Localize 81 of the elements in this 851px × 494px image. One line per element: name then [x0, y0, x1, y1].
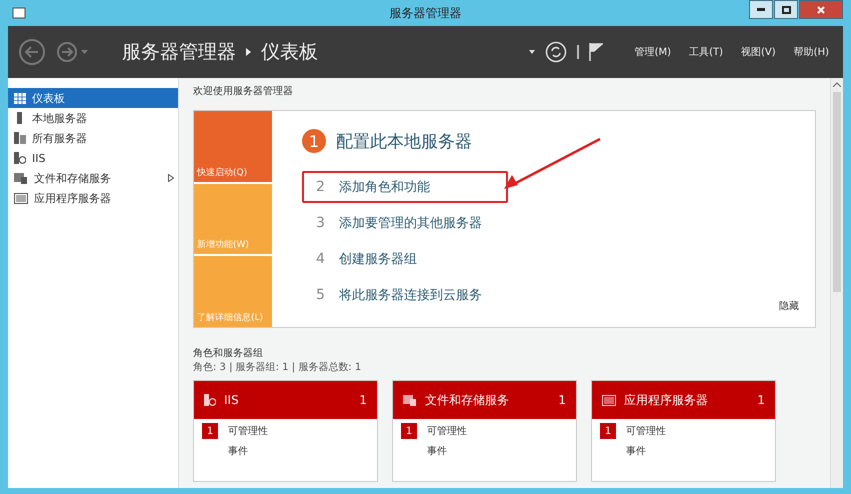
task-label: 创建服务器组 [338, 251, 417, 268]
sidebar-label: 所有服务器 [32, 130, 88, 146]
sidebar-label: 本地服务器 [32, 110, 88, 126]
card-title: IIS [224, 393, 240, 407]
task-number: 5 [316, 287, 325, 303]
sidebar-item[interactable]: 所有服务器 [8, 128, 178, 148]
task-label: 添加要管理的其他服务器 [338, 215, 482, 232]
expand-icon[interactable] [168, 174, 174, 182]
task-label: 添加角色和功能 [338, 179, 430, 196]
card-row-label[interactable]: 事件 [228, 444, 248, 458]
refresh-icon[interactable] [544, 41, 567, 63]
card-row-label[interactable]: 可管理性 [626, 424, 666, 438]
card-row-label[interactable]: 可管理性 [427, 424, 467, 438]
task-link[interactable]: 4 创建服务器组 [302, 243, 508, 275]
step-title: 配置此本地服务器 [336, 130, 472, 152]
section-title: 欢迎使用服务器管理器 [193, 84, 294, 98]
scrollbar[interactable] [830, 78, 843, 488]
servers-icon [14, 132, 26, 144]
task-link[interactable]: 5 将此服务器连接到云服务 [302, 279, 508, 311]
flag-icon[interactable] [588, 43, 603, 61]
sidebar-label: IIS [32, 152, 46, 164]
sidebar-item[interactable]: 应用程序服务器 [8, 188, 178, 208]
count-badge: 1 [401, 423, 417, 439]
card-count: 1 [558, 393, 566, 407]
task-number: 3 [316, 215, 325, 231]
sidebar-label: 应用程序服务器 [34, 190, 112, 206]
sidebar-label: 文件和存储服务 [34, 170, 112, 186]
task-number: 4 [316, 251, 325, 267]
card-count: 1 [757, 393, 765, 407]
sidebar-item[interactable]: 本地服务器 [8, 108, 178, 128]
card-row-label[interactable]: 事件 [427, 444, 447, 458]
task-number: 2 [316, 179, 325, 195]
card-row-label[interactable]: 事件 [626, 444, 646, 458]
card-count: 1 [359, 393, 367, 407]
menu-item[interactable]: 视图(V) [737, 45, 780, 59]
count-badge: 1 [600, 423, 616, 439]
section-title: 角色和服务器组 [193, 346, 264, 360]
menu-item[interactable]: 管理(M) [630, 45, 676, 59]
role-card[interactable]: 文件和存储服务 1 1 可管理性 事件 [392, 380, 577, 482]
separator-icon [576, 45, 579, 59]
roles-summary: 角色: 3 | 服务器组: 1 | 服务器总数: 1 [193, 360, 362, 374]
card-row-label[interactable]: 可管理性 [228, 424, 268, 438]
maximize-icon [782, 6, 790, 14]
grid-icon [14, 92, 26, 104]
count-badge: 1 [202, 423, 218, 439]
window-icon [602, 394, 616, 406]
folder-icon [14, 172, 28, 184]
server-globe-icon [204, 394, 216, 406]
forward-icon[interactable] [56, 41, 90, 63]
dropdown-icon[interactable] [528, 50, 535, 54]
minimize-icon [757, 8, 765, 11]
window-title: 服务器管理器 [390, 4, 462, 22]
step-number: 1 [302, 129, 326, 153]
back-icon[interactable] [18, 38, 46, 66]
role-card[interactable]: 应用程序服务器 1 1 可管理性 事件 [591, 380, 776, 482]
sidebar-item[interactable]: 文件和存储服务 [8, 168, 178, 188]
maximize-button[interactable] [774, 0, 798, 19]
breadcrumb-item: 仪表板 [261, 40, 318, 65]
sidebar-item[interactable]: 仪表板 [8, 88, 178, 108]
chevron-icon [246, 48, 251, 56]
sidebar-item[interactable]: IIS [8, 148, 178, 168]
task-label: 将此服务器连接到云服务 [338, 287, 482, 304]
menu-item[interactable]: 工具(T) [685, 45, 728, 59]
card-title: 文件和存储服务 [425, 392, 510, 408]
folder-icon [403, 394, 417, 406]
card-title: 应用程序服务器 [624, 392, 709, 408]
task-link[interactable]: 3 添加要管理的其他服务器 [302, 207, 508, 239]
close-button[interactable] [799, 0, 843, 19]
minimize-button[interactable] [749, 0, 773, 19]
breadcrumb-item[interactable]: 服务器管理器 [122, 39, 236, 65]
app-icon [12, 6, 26, 20]
close-icon [817, 6, 825, 14]
server-globe-icon [14, 152, 26, 164]
window-icon [14, 192, 28, 204]
hide-link[interactable]: 隐藏 [779, 299, 799, 313]
scroll-up-icon[interactable] [833, 82, 841, 87]
role-card[interactable]: IIS 1 1 可管理性 事件 [193, 380, 378, 482]
sidebar-label: 仪表板 [32, 90, 66, 106]
menu-item[interactable]: 帮助(H) [790, 45, 833, 59]
highlight-frame[interactable]: 2 添加角色和功能 [302, 171, 508, 203]
scroll-thumb[interactable] [833, 92, 841, 292]
